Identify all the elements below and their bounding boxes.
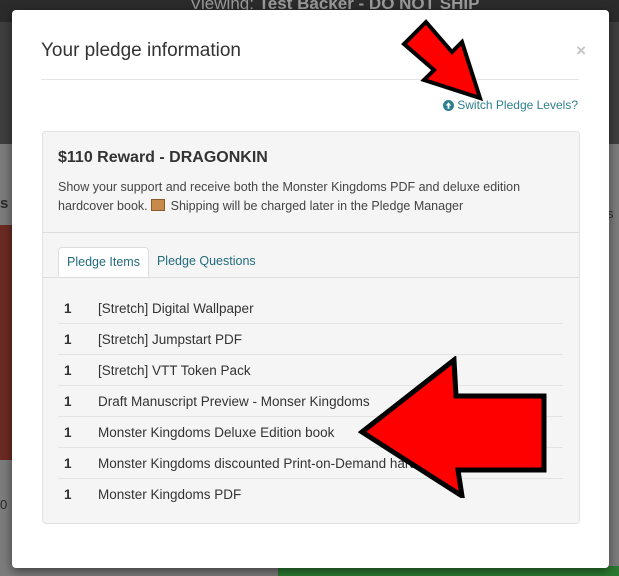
list-item: 1 Draft Manuscript Preview - Monser Kingd… (58, 386, 563, 417)
list-item: 1 [Stretch] Jumpstart PDF (58, 324, 563, 355)
item-name: Monster Kingdoms Deluxe Edition book (98, 424, 335, 440)
tab-pledge-questions[interactable]: Pledge Questions (149, 247, 264, 277)
item-quantity: 1 (64, 300, 72, 316)
item-name: Monster Kingdoms PDF (98, 487, 242, 502)
item-quantity: 1 (64, 393, 72, 409)
switch-link-label: Switch Pledge Levels? (457, 98, 578, 112)
background-left-text: s (0, 195, 9, 212)
pledge-items-list: 1 [Stretch] Digital Wallpaper 1 [Stretch] … (58, 293, 563, 510)
header-divider (41, 79, 579, 80)
item-quantity: 1 (64, 487, 72, 502)
shipping-note: Shipping will be charged later in the Pl… (170, 199, 464, 213)
list-item: 1 Monster Kingdoms discounted Print-on-De… (58, 448, 563, 479)
pledge-items-content: 1 [Stretch] Digital Wallpaper 1 [Stretch] … (43, 278, 579, 522)
package-icon (151, 199, 166, 211)
item-quantity: 1 (64, 424, 72, 440)
switch-pledge-levels-link[interactable]: Switch Pledge Levels? (443, 98, 578, 112)
item-name: [Stretch] Digital Wallpaper (98, 300, 254, 316)
item-name: [Stretch] VTT Token Pack (98, 362, 251, 378)
reward-description: Show your support and receive both the M… (58, 178, 563, 216)
item-quantity: 1 (64, 455, 72, 471)
item-name: [Stretch] Jumpstart PDF (98, 331, 243, 347)
item-quantity: 1 (64, 331, 72, 347)
pledge-info-modal: Your pledge information × Switch Pledge … (12, 10, 609, 568)
close-button[interactable]: × (576, 41, 586, 61)
list-item: 1 Monster Kingdoms PDF (58, 479, 563, 510)
item-quantity: 1 (64, 362, 72, 378)
panel-divider (43, 232, 579, 233)
background-left-bottom-text: 0 (0, 497, 8, 512)
item-name: Monster Kingdoms discounted Print-on-Dem… (98, 455, 483, 471)
arrow-circle-up-icon (443, 99, 455, 111)
tab-pledge-items[interactable]: Pledge Items (58, 247, 149, 277)
list-item: 1 Monster Kingdoms Deluxe Edition book (58, 417, 563, 448)
list-item: 1 [Stretch] Digital Wallpaper (58, 293, 563, 324)
item-name: Draft Manuscript Preview - Monser Kingdo… (98, 393, 370, 409)
list-item: 1 [Stretch] VTT Token Pack (58, 355, 563, 386)
pledge-tabs: Pledge Items Pledge Questions (58, 247, 264, 277)
reward-title: $110 Reward - DRAGONKIN (58, 149, 268, 166)
reward-panel: $110 Reward - DRAGONKIN Show your suppor… (42, 131, 580, 524)
modal-title: Your pledge information (41, 40, 241, 61)
